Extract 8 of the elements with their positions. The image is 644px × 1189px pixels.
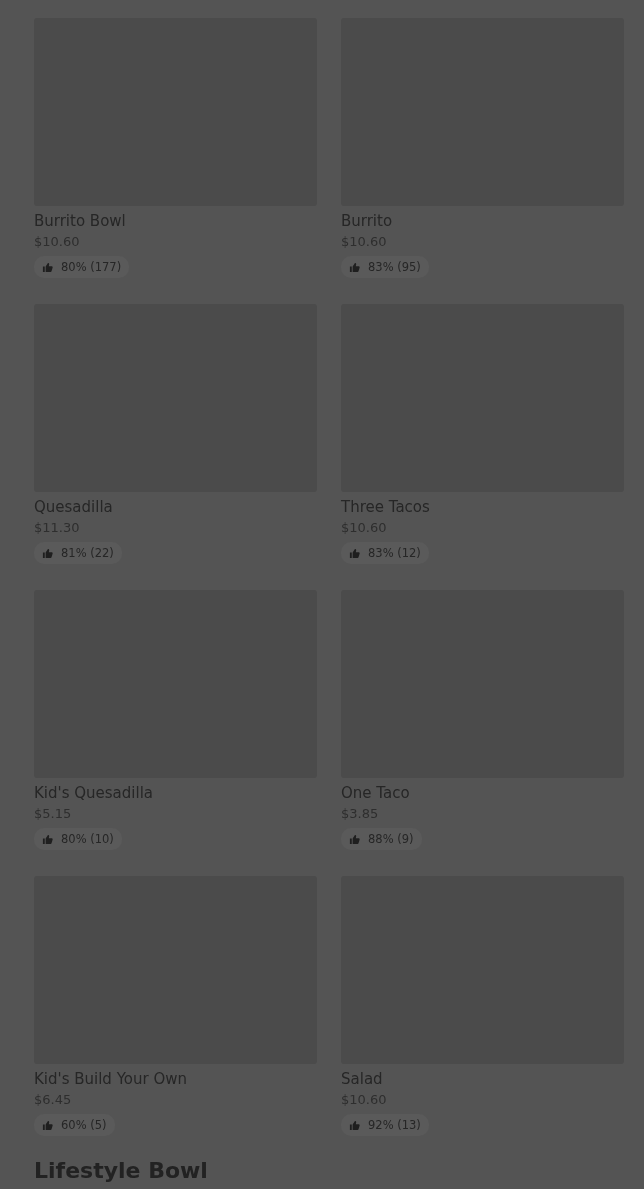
thumbs-up-icon xyxy=(42,547,53,559)
thumbs-up-icon xyxy=(349,547,360,559)
thumbs-up-icon xyxy=(349,261,360,273)
thumbs-up-icon xyxy=(42,1119,53,1131)
thumbs-up-icon xyxy=(42,261,53,273)
thumbs-up-icon xyxy=(42,833,53,845)
thumbs-up-icon xyxy=(349,1119,360,1131)
thumbs-up-icon xyxy=(349,833,360,845)
